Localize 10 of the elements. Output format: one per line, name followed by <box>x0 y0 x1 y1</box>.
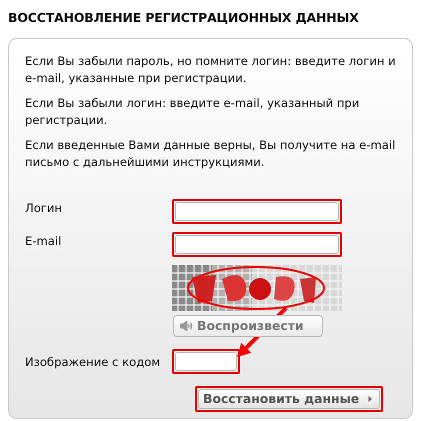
instruction-text: Если введенные Вами данные верны, Вы получите на e-mail письмо с дальнейшими инструкциями. <box>25 137 396 171</box>
play-button[interactable]: Воспроизвести <box>173 315 323 337</box>
field-label: Изображение с кодом <box>25 354 162 370</box>
speaker-icon <box>180 321 193 331</box>
page-heading: ВОССТАНОВЛЕНИЕ РЕГИСТРАЦИОННЫХ ДАННЫХ <box>8 10 360 26</box>
submit-button[interactable]: Восстановить данные <box>198 389 380 409</box>
instruction-text: Если Вы забыли логин: введите e-mail, указанный при регистрации. <box>25 95 360 129</box>
instruction-text: Если Вы забыли пароль, но помните логин: введите логин и e-mail, указанные при регистрации. <box>25 53 397 87</box>
field-label: Логин <box>25 200 64 216</box>
field-label: E-mail <box>25 233 62 249</box>
